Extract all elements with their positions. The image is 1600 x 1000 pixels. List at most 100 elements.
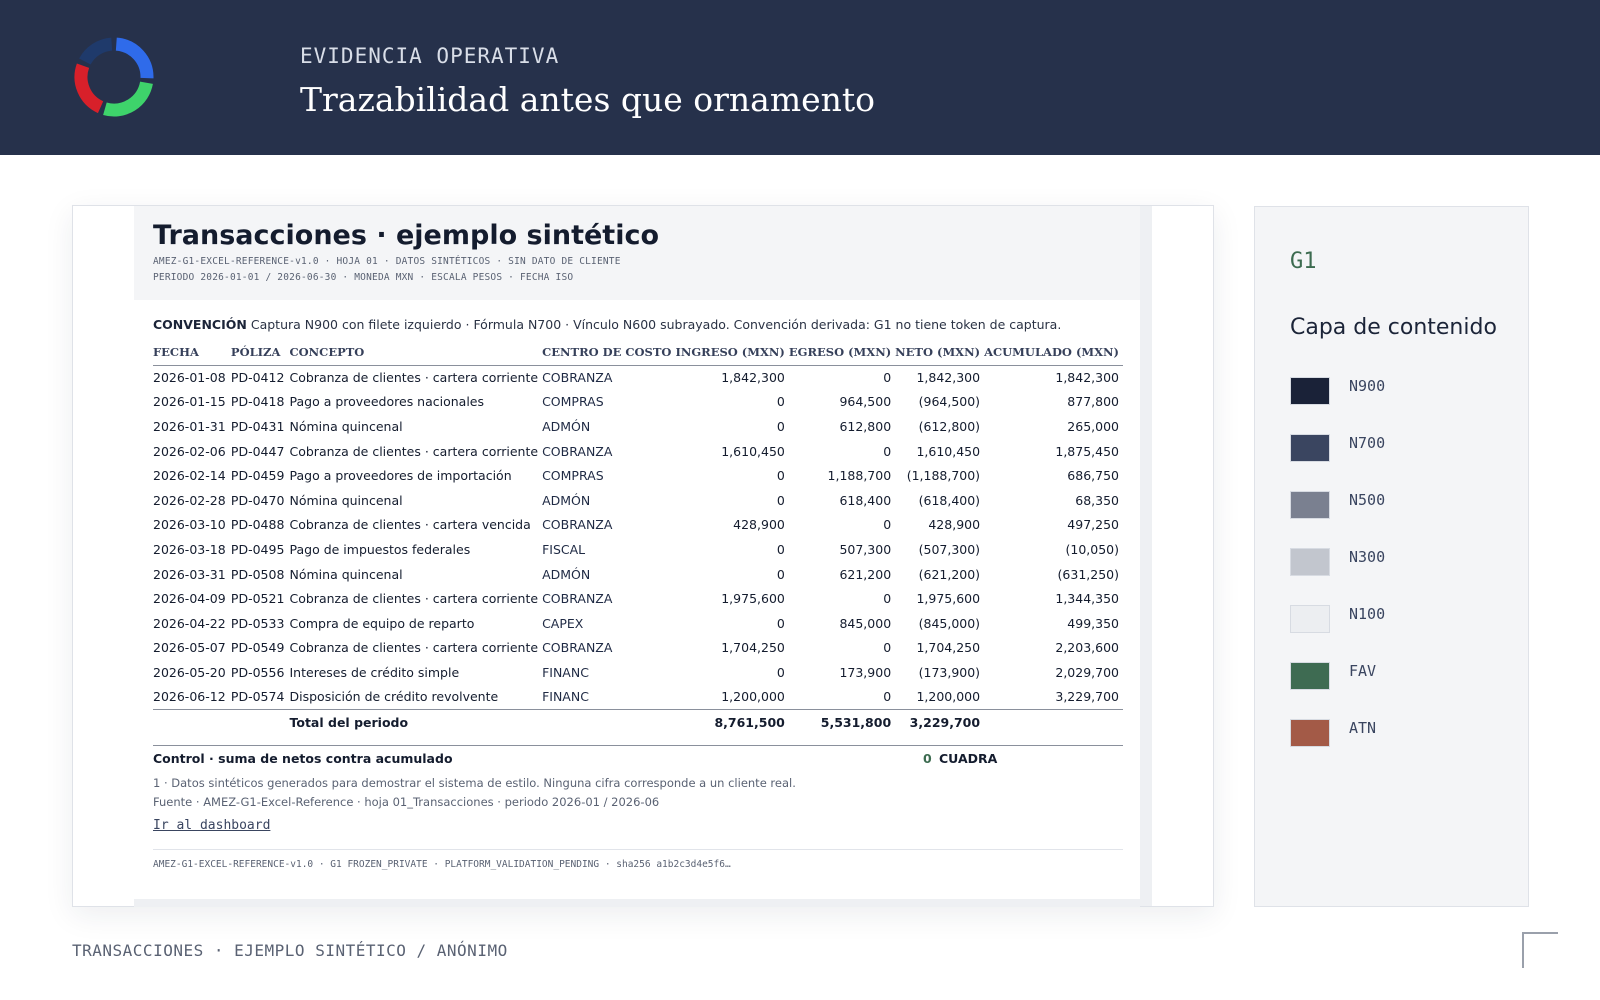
table-cell-ingreso: 0: [776, 492, 785, 508]
table-cell-acumulado: 3,229,700: [1055, 689, 1119, 705]
table-cell-ingreso: 0: [776, 541, 785, 557]
color-swatch: [1290, 662, 1330, 690]
footer-divider: [153, 849, 1123, 850]
swatch-label: ATN: [1349, 719, 1377, 737]
table-cell-egreso: 964,500: [839, 394, 892, 410]
table-cell-egreso: 618,400: [839, 492, 892, 508]
table-cell-acumulado: 1,875,450: [1055, 443, 1119, 459]
legend-item: N500: [1290, 491, 1510, 521]
transactions-table: FECHA PÓLIZA CONCEPTO CENTRO DE COSTO INGRES…: [153, 339, 1123, 735]
table-cell-poliza: PD-0533: [230, 615, 285, 631]
swatch-label: N300: [1349, 548, 1386, 566]
table-cell-egreso: 0: [883, 517, 892, 533]
table-row: 2026-02-06 PD-0447 Cobranza de clientes · …: [153, 439, 1123, 464]
table-cell-acumulado: 499,350: [1067, 615, 1119, 631]
table-row: 2026-03-18 PD-0495 Pago de impuestos feder…: [153, 537, 1123, 562]
legend-item: N700: [1290, 434, 1510, 464]
table-cell-centro: FISCAL: [542, 541, 586, 557]
table-cell-neto: (621,200): [918, 566, 981, 582]
table-cell-centro: FINANC: [542, 689, 589, 705]
total-ingreso: 8,761,500: [675, 708, 789, 735]
table-cell-fecha: 2026-05-07: [153, 640, 226, 656]
table-cell-fecha: 2026-03-18: [153, 541, 226, 557]
table-cell-neto: (964,500): [918, 394, 981, 410]
dashboard-link[interactable]: Ir al dashboard: [153, 818, 270, 833]
legend-title: Capa de contenido: [1290, 315, 1497, 340]
table-cell-acumulado: 265,000: [1067, 418, 1119, 434]
logo-arc: [115, 37, 154, 79]
table-cell-concepto: Cobranza de clientes · cartera corriente: [289, 640, 539, 656]
document-meta-line1: AMEZ-G1-EXCEL-REFERENCE-v1.0 · HOJA 01 ·…: [153, 256, 621, 267]
table-cell-centro: COBRANZA: [542, 370, 613, 386]
convention-label: CONVENCIÓN: [153, 317, 247, 332]
document-title: Transacciones · ejemplo sintético: [153, 220, 659, 251]
table-cell-acumulado: 1,344,350: [1055, 591, 1119, 607]
table-row: 2026-01-08 PD-0412 Cobranza de clientes · …: [153, 365, 1123, 390]
total-row: Total del periodo 8,761,500 5,531,800 3,229…: [153, 708, 1123, 735]
table-cell-poliza: PD-0574: [230, 689, 285, 705]
table-cell-fecha: 2026-05-20: [153, 664, 226, 680]
table-row: 2026-05-20 PD-0556 Intereses de crédito si…: [153, 660, 1123, 685]
table-cell-egreso: 1,188,700: [827, 468, 892, 484]
total-label: Total del periodo: [289, 708, 543, 735]
table-cell-egreso: 0: [883, 591, 892, 607]
page-title: Trazabilidad antes que ornamento: [300, 80, 876, 119]
table-cell-fecha: 2026-04-22: [153, 615, 226, 631]
table-row: 2026-01-15 PD-0418 Pago a proveedores naci…: [153, 390, 1123, 415]
table-cell-concepto: Pago a proveedores de importación: [289, 468, 512, 484]
table-cell-centro: COMPRAS: [542, 468, 604, 484]
table-cell-concepto: Disposición de crédito revolvente: [289, 689, 499, 705]
empty-cell: [984, 708, 1123, 735]
source-note: Fuente · AMEZ-G1-Excel-Reference · hoja …: [153, 795, 660, 809]
table-row: 2026-05-07 PD-0549 Cobranza de clientes · …: [153, 636, 1123, 661]
table-cell-concepto: Pago de impuestos federales: [289, 541, 471, 557]
table-cell-neto: (1,188,700): [906, 468, 981, 484]
empty-cell: [542, 708, 676, 735]
table-cell-concepto: Cobranza de clientes · cartera corriente: [289, 591, 539, 607]
legend-item: N300: [1290, 548, 1510, 578]
table-cell-poliza: PD-0495: [230, 541, 285, 557]
table-cell-neto: 1,610,450: [916, 443, 981, 459]
legend-item: N900: [1290, 377, 1510, 407]
table-cell-fecha: 2026-01-31: [153, 418, 226, 434]
table-cell-fecha: 2026-04-09: [153, 591, 226, 607]
table-cell-neto: (612,800): [918, 418, 981, 434]
table-cell-fecha: 2026-01-15: [153, 394, 226, 410]
table-cell-ingreso: 0: [776, 394, 785, 410]
column-header: INGRESO (MXN): [675, 339, 789, 366]
swatch-label: N500: [1349, 491, 1386, 509]
legend-item: FAV: [1290, 662, 1510, 692]
table-row: 2026-06-12 PD-0574 Disposición de crédito …: [153, 685, 1123, 710]
swatch-label: N100: [1349, 605, 1386, 623]
table-cell-ingreso: 0: [776, 566, 785, 582]
color-swatch: [1290, 548, 1330, 576]
table-cell-ingreso: 1,842,300: [721, 370, 785, 386]
column-header: PÓLIZA: [230, 339, 290, 366]
table-cell-egreso: 0: [883, 640, 892, 656]
table-cell-acumulado: (10,050): [1065, 541, 1120, 557]
table-cell-acumulado: 877,800: [1067, 394, 1119, 410]
table-cell-neto: (173,900): [918, 664, 981, 680]
swatch-label: FAV: [1349, 662, 1377, 680]
convention-text: Captura N900 con filete izquierdo · Fórm…: [250, 317, 1062, 332]
footer-caption: TRANSACCIONES · EJEMPLO SINTÉTICO / ANÓN…: [72, 941, 508, 960]
table-cell-poliza: PD-0418: [230, 394, 285, 410]
table-cell-neto: 1,200,000: [916, 689, 981, 705]
table-cell-centro: COMPRAS: [542, 394, 604, 410]
table-cell-egreso: 612,800: [839, 418, 892, 434]
header-kicker: EVIDENCIA OPERATIVA: [300, 44, 560, 68]
table-cell-acumulado: 68,350: [1075, 492, 1119, 508]
color-swatch: [1290, 491, 1330, 519]
table-cell-centro: COBRANZA: [542, 591, 613, 607]
table-cell-egreso: 507,300: [839, 541, 892, 557]
table-cell-centro: ADMÓN: [542, 418, 591, 434]
column-header: CENTRO DE COSTO: [542, 339, 676, 366]
table-cell-ingreso: 1,975,600: [721, 591, 785, 607]
table-cell-egreso: 0: [883, 443, 892, 459]
table-cell-acumulado: 2,029,700: [1055, 664, 1119, 680]
total-neto: 3,229,700: [895, 708, 985, 735]
table-cell-concepto: Cobranza de clientes · cartera corriente: [289, 370, 539, 386]
table-cell-fecha: 2026-03-31: [153, 566, 226, 582]
table-cell-concepto: Cobranza de clientes · cartera vencida: [289, 517, 531, 533]
legend-code: G1: [1290, 249, 1317, 274]
